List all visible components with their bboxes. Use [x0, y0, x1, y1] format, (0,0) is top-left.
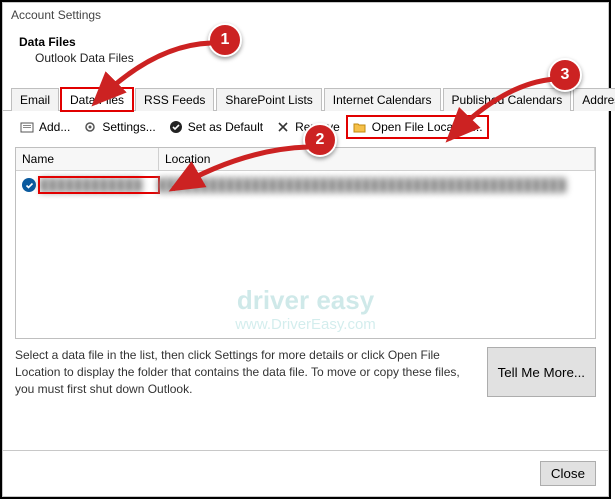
- tell-me-more-button[interactable]: Tell Me More...: [487, 347, 596, 397]
- header: Data Files Outlook Data Files: [3, 27, 608, 75]
- check-circle-icon: [168, 119, 184, 135]
- tab-data-files[interactable]: Data Files: [61, 88, 133, 111]
- add-button[interactable]: Add...: [15, 117, 74, 137]
- tab-sharepoint-lists[interactable]: SharePoint Lists: [216, 88, 321, 111]
- gear-icon: [82, 119, 98, 135]
- cell-location: ████████████████████████████████████████…: [158, 178, 589, 192]
- window-title-text: Account Settings: [11, 8, 101, 22]
- window-title: Account Settings: [3, 3, 608, 27]
- tab-address-books[interactable]: Address Books: [573, 88, 615, 111]
- default-badge-icon: [22, 178, 36, 192]
- tab-rss-feeds[interactable]: RSS Feeds: [135, 88, 214, 111]
- open-file-location-button[interactable]: Open File Location...: [348, 117, 487, 137]
- col-header-name[interactable]: Name: [16, 148, 159, 170]
- list-item[interactable]: ████████████ ███████████████████████████…: [16, 175, 595, 195]
- page-heading: Data Files: [19, 35, 592, 49]
- tab-email[interactable]: Email: [11, 88, 59, 111]
- close-button[interactable]: Close: [540, 461, 596, 486]
- help-text: Select a data file in the list, then cli…: [15, 347, 479, 397]
- remove-button[interactable]: Remove: [271, 117, 344, 137]
- page-subheading: Outlook Data Files: [19, 51, 592, 65]
- cell-name: ████████████: [40, 178, 158, 192]
- tab-published-calendars[interactable]: Published Calendars: [443, 88, 572, 111]
- tab-internet-calendars[interactable]: Internet Calendars: [324, 88, 441, 111]
- list-header: Name Location: [16, 148, 595, 171]
- remove-icon: [275, 119, 291, 135]
- set-default-button[interactable]: Set as Default: [164, 117, 267, 137]
- folder-open-icon: [352, 119, 368, 135]
- data-file-list[interactable]: Name Location ████████████ █████████████…: [15, 147, 596, 339]
- toolbar: Add... Settings... Set as Default Remove…: [3, 111, 608, 143]
- add-icon: [19, 119, 35, 135]
- tab-strip: Email Data Files RSS Feeds SharePoint Li…: [3, 87, 608, 111]
- settings-button[interactable]: Settings...: [78, 117, 159, 137]
- col-header-location[interactable]: Location: [159, 148, 595, 170]
- dialog-button-bar: Close: [3, 450, 608, 496]
